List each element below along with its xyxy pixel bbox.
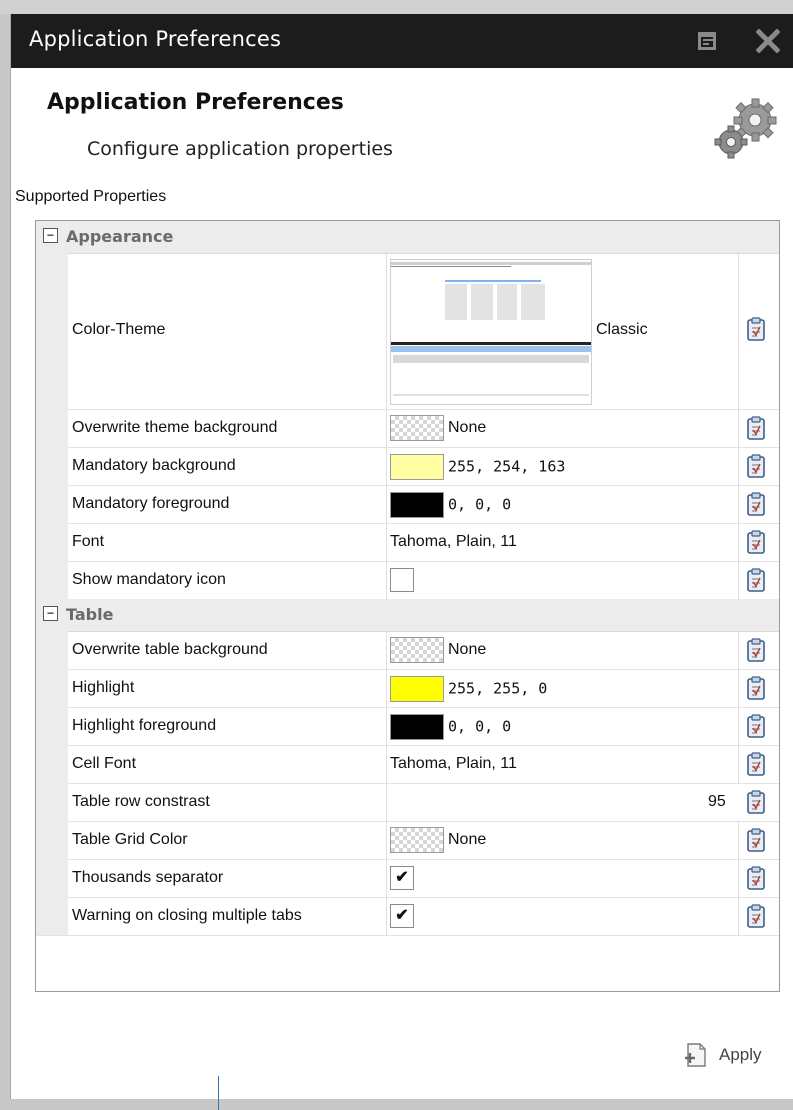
color-swatch[interactable] [390,827,444,853]
apply-button[interactable]: Apply [719,1045,762,1065]
color-swatch[interactable] [390,637,444,663]
property-row-table-grid-color[interactable]: Table Grid Color None [36,821,779,860]
page-title: Application Preferences [47,90,344,115]
collapse-toggle[interactable]: − [43,606,58,621]
property-name: Overwrite table background [72,641,268,658]
checkbox-checked[interactable]: ✔ [390,866,414,890]
color-value-text: 255, 254, 163 [448,457,566,476]
clipboard-icon[interactable] [746,492,766,516]
property-row-mandatory-background[interactable]: Mandatory background 255, 254, 163 [36,447,779,486]
property-value: None [390,827,486,853]
color-value-text: None [448,419,487,437]
property-value: Tahoma, Plain, 11 [390,755,517,772]
property-name: Overwrite theme background [72,419,278,436]
page-subtitle: Configure application properties [87,138,393,160]
category-label: Table [66,605,114,624]
clipboard-icon[interactable] [746,638,766,662]
property-name: Table row constrast [72,793,210,810]
category-label: Appearance [66,227,174,246]
clipboard-icon[interactable] [746,676,766,700]
category-appearance[interactable]: − Appearance [36,221,779,254]
property-row-highlight[interactable]: Highlight 255, 255, 0 [36,669,779,708]
title-bar: Application Preferences [11,14,793,68]
property-value: 0, 0, 0 [390,492,511,518]
property-row-thousands-separator[interactable]: Thousands separator ✔ [36,859,779,898]
apply-icon[interactable] [683,1042,709,1068]
property-name: Highlight foreground [72,717,217,734]
color-swatch[interactable] [390,415,444,441]
checkbox[interactable] [390,568,414,592]
section-label: Supported Properties [15,188,167,205]
property-value: None [390,415,486,441]
property-value: None [390,637,486,663]
clipboard-icon[interactable] [746,790,766,814]
property-value: 95 [708,793,726,810]
property-name: Mandatory background [72,457,236,474]
color-value-text: None [448,831,487,849]
checkbox-checked[interactable]: ✔ [390,904,414,928]
category-table[interactable]: − Table [36,599,779,632]
property-name: Cell Font [72,755,137,772]
property-value: 0, 0, 0 [390,714,511,740]
color-swatch[interactable] [390,454,444,480]
collapse-toggle[interactable]: − [43,228,58,243]
clipboard-icon[interactable] [746,714,766,738]
property-grid: − Appearance Color-Theme Classic Overwri… [35,220,780,992]
property-value [390,568,414,592]
property-name: Table Grid Color [72,831,188,848]
desktop-top-band [0,0,793,14]
property-row-warning-on-closing-multiple-tabs[interactable]: Warning on closing multiple tabs ✔ [36,897,779,936]
color-swatch[interactable] [390,492,444,518]
clipboard-icon[interactable] [746,317,766,341]
color-value-text: None [448,641,487,659]
property-value: ✔ [390,904,414,928]
property-row-highlight-foreground[interactable]: Highlight foreground 0, 0, 0 [36,707,779,746]
property-row-table-row-contrast[interactable]: Table row constrast 95 [36,783,779,822]
property-row-color-theme: Color-Theme Classic [36,253,779,410]
color-value-text: 255, 255, 0 [448,679,548,698]
window-title: Application Preferences [29,27,282,51]
property-value: ✔ [390,866,414,890]
clipboard-icon[interactable] [746,752,766,776]
clipboard-icon[interactable] [746,416,766,440]
property-name: Highlight [72,679,135,696]
clipboard-icon[interactable] [746,568,766,592]
property-row-cell-font[interactable]: Cell Font Tahoma, Plain, 11 [36,745,779,784]
property-value: 255, 254, 163 [390,454,565,480]
color-swatch[interactable] [390,714,444,740]
color-swatch[interactable] [390,676,444,702]
preferences-window: Application Preferences Application Pref… [10,14,793,1110]
property-name: Mandatory foreground [72,495,230,512]
property-name: Font [72,533,105,550]
clipboard-icon[interactable] [746,904,766,928]
color-value-text: 0, 0, 0 [448,717,512,736]
close-window-icon[interactable] [756,29,780,53]
color-value-text: 0, 0, 0 [448,495,512,514]
property-row-overwrite-table-background[interactable]: Overwrite table background None [36,631,779,670]
property-name: Warning on closing multiple tabs [72,907,302,924]
clipboard-icon[interactable] [746,530,766,554]
theme-preview-image[interactable] [390,259,592,405]
restore-window-icon[interactable] [697,31,717,51]
property-row-show-mandatory-icon[interactable]: Show mandatory icon [36,561,779,600]
property-value: 255, 255, 0 [390,676,547,702]
clipboard-icon[interactable] [746,828,766,852]
property-row-overwrite-theme-background[interactable]: Overwrite theme background None [36,409,779,448]
property-name: Color-Theme [72,321,166,338]
clipboard-icon[interactable] [746,454,766,478]
property-row-font[interactable]: Font Tahoma, Plain, 11 [36,523,779,562]
clipboard-icon[interactable] [746,866,766,890]
gears-icon [714,98,777,159]
property-name: Thousands separator [72,869,224,886]
property-name: Show mandatory icon [72,571,226,588]
property-row-mandatory-foreground[interactable]: Mandatory foreground 0, 0, 0 [36,485,779,524]
property-value: Tahoma, Plain, 11 [390,533,517,550]
text-cursor-line [218,1076,219,1110]
theme-name: Classic [596,321,648,338]
